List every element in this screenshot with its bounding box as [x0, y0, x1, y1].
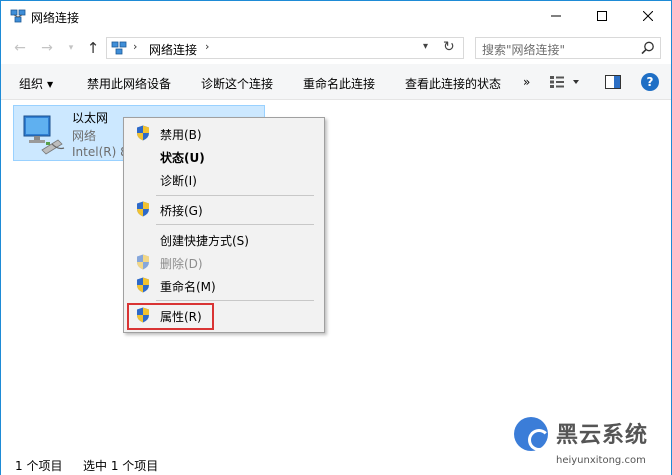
minimize-button[interactable] [533, 1, 579, 31]
context-menu: 禁用(B) 状态(U) 诊断(I) 桥接(G) 创建快捷方式(S) 删除(D) … [123, 117, 325, 333]
search-placeholder: 搜索"网络连接" [482, 43, 566, 57]
navigation-bar: ← → ▾ ↑ › 网络连接 › ▾ ↻ 搜索"网络连接" [1, 32, 671, 64]
watermark-url: heiyunxitong.com [556, 455, 646, 466]
menu-separator [156, 300, 314, 301]
menu-item-diagnose[interactable]: 诊断(I) [126, 168, 322, 190]
menu-item-label: 诊断(I) [160, 174, 197, 188]
help-button[interactable]: ? [641, 73, 659, 91]
address-bar[interactable]: › 网络连接 › ▾ ↻ [106, 37, 464, 59]
network-connections-icon [111, 41, 127, 55]
window-title: 网络连接 [31, 11, 80, 25]
file-list: 以太网 网络 Intel(R) 8 [1, 101, 671, 451]
breadcrumb-current[interactable]: 网络连接 [149, 41, 197, 58]
menu-item-label: 禁用(B) [160, 128, 202, 142]
watermark-brand: 黑云系统 [556, 423, 649, 448]
organize-menu[interactable]: 组织 ▼ [19, 75, 53, 92]
uac-shield-icon [137, 201, 149, 217]
menu-item-label: 创建快捷方式(S) [160, 234, 249, 248]
watermark-logo: 黑云系统 heiyunxitong.com [506, 411, 666, 473]
menu-item-label: 删除(D) [160, 257, 203, 271]
selected-count: 选中 1 个项目 [83, 459, 159, 473]
forward-button[interactable]: → [39, 40, 55, 56]
explorer-window: 网络连接 ← → ▾ ↑ › 网络连接 › ▾ ↻ 搜索"网络连接" 组织 ▼ … [0, 0, 672, 475]
refresh-icon[interactable]: ↻ [443, 39, 455, 55]
menu-separator [156, 224, 314, 225]
back-button[interactable]: ← [12, 40, 28, 56]
network-connections-icon [10, 9, 26, 23]
search-icon[interactable] [640, 40, 656, 56]
menu-separator [156, 195, 314, 196]
address-dropdown-icon[interactable]: ▾ [423, 41, 428, 52]
maximize-icon [597, 11, 607, 21]
brand-logo-icon [514, 417, 550, 451]
diagnose-button[interactable]: 诊断这个连接 [201, 75, 273, 92]
command-bar: 组织 ▼ 禁用此网络设备 诊断这个连接 重命名此连接 查看此连接的状态 » ? [1, 64, 671, 100]
menu-item-create-shortcut[interactable]: 创建快捷方式(S) [126, 228, 322, 250]
menu-item-label: 桥接(G) [160, 204, 203, 218]
rename-button[interactable]: 重命名此连接 [303, 75, 375, 92]
view-status-button[interactable]: 查看此连接的状态 [405, 75, 501, 92]
brand-logo-ring [528, 429, 550, 451]
menu-item-rename[interactable]: 重命名(M) [126, 274, 322, 296]
breadcrumb-separator-icon[interactable]: › [205, 40, 209, 53]
menu-item-disable[interactable]: 禁用(B) [126, 122, 322, 144]
connection-name: 以太网 [72, 111, 109, 125]
uac-shield-icon [137, 125, 149, 141]
breadcrumb-separator-icon[interactable]: › [133, 40, 137, 53]
menu-item-delete: 删除(D) [126, 251, 322, 273]
ethernet-adapter-icon [23, 115, 65, 155]
chevron-down-icon: ▼ [47, 80, 54, 89]
recent-locations-button[interactable]: ▾ [63, 40, 79, 56]
close-button[interactable] [625, 1, 671, 31]
preview-pane-icon[interactable] [605, 75, 621, 89]
uac-shield-icon [137, 254, 149, 270]
up-button[interactable]: ↑ [85, 39, 101, 57]
menu-item-label: 状态(U) [160, 151, 205, 165]
properties-highlight-box [127, 303, 214, 330]
close-icon [643, 11, 653, 21]
disable-device-button[interactable]: 禁用此网络设备 [87, 75, 171, 92]
maximize-button[interactable] [579, 1, 625, 31]
organize-label: 组织 [19, 77, 44, 91]
uac-shield-icon [137, 277, 149, 293]
menu-item-status[interactable]: 状态(U) [126, 145, 322, 167]
menu-item-bridge[interactable]: 桥接(G) [126, 198, 322, 220]
connection-adapter: Intel(R) 8 [72, 145, 128, 159]
search-input[interactable]: 搜索"网络连接" [475, 37, 661, 59]
menu-item-label: 重命名(M) [160, 280, 216, 294]
connection-type: 网络 [72, 129, 97, 143]
item-count: 1 个项目 [15, 459, 63, 473]
more-commands-button[interactable]: » [523, 75, 530, 89]
title-bar: 网络连接 [1, 1, 671, 31]
minimize-icon [551, 15, 561, 17]
change-view-icon[interactable] [549, 75, 579, 89]
